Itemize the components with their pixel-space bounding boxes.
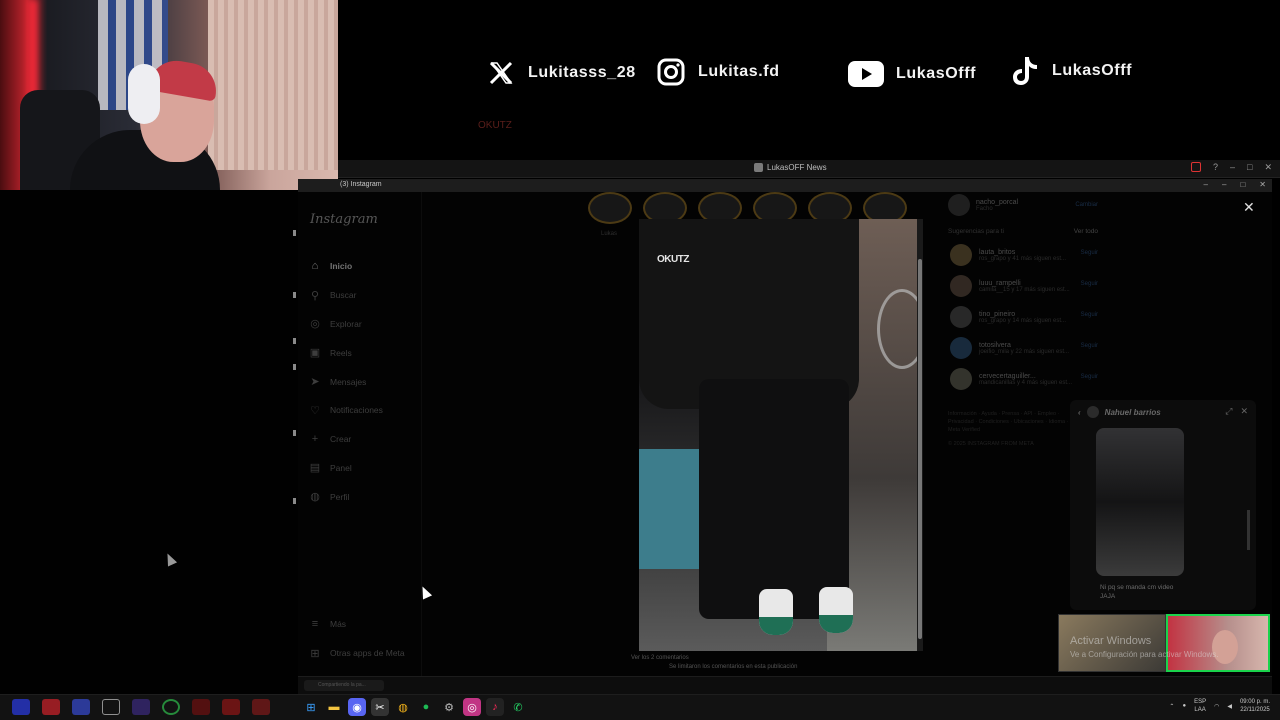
close-icon[interactable]: ✕ <box>1240 406 1248 417</box>
app-title-text: LukasOFF News <box>767 163 827 172</box>
capcut-icon[interactable]: ✂ <box>371 698 389 716</box>
chat-shared-image[interactable] <box>1096 428 1184 576</box>
tiktok-handle: LukasOfff <box>1052 62 1133 79</box>
app-icon[interactable] <box>162 699 180 715</box>
app-icon[interactable] <box>12 699 30 715</box>
wifi-icon[interactable]: ◠ <box>1214 703 1219 710</box>
app-icon[interactable] <box>222 699 240 715</box>
folder-icon[interactable]: ▬ <box>325 698 343 716</box>
instagram-icon[interactable]: ◎ <box>463 698 481 716</box>
post-comments: Ver los 2 comentarios Se limitaron los c… <box>631 654 797 672</box>
app-icon[interactable] <box>252 699 270 715</box>
app-icon[interactable] <box>42 699 60 715</box>
volume-icon[interactable]: ◀ <box>1227 703 1232 710</box>
clock-time: 09:00 p. m. <box>1239 699 1270 705</box>
app-icon[interactable] <box>102 699 120 715</box>
inner-taskbar: Compartiendo la pa... <box>298 676 1272 694</box>
restore-button[interactable]: – <box>1222 180 1226 189</box>
view-comments-link[interactable]: Ver los 2 comentarios <box>631 654 797 663</box>
taskbar: ⊞ ▬ ◉ ✂ ◍ ● ⚙ ◎ ♪ ✆ ⌃ ● ESP LAA ◠ ◀ 09:0… <box>0 694 1280 720</box>
app-icon <box>754 163 763 172</box>
whatsapp-icon[interactable]: ✆ <box>509 698 527 716</box>
system-tray: ⌃ ● ESP LAA ◠ ◀ 09:00 p. m. 22/11/2025 <box>1169 698 1270 714</box>
chat-message-text: JAJA <box>1100 593 1116 600</box>
instagram-handle: Lukitas.fd <box>698 63 780 80</box>
social-tiktok: LukasOfff <box>1008 54 1132 88</box>
chevron-left-icon[interactable]: ‹ <box>1078 408 1081 417</box>
faint-text: OKUTZ <box>478 120 512 131</box>
chat-popup: ‹ Nahuel barrios ⤢ ✕ Ni pq se manda cm v… <box>1070 400 1256 610</box>
avatar <box>1086 406 1099 418</box>
instagram-window-title: (3) Instagram <box>340 181 382 188</box>
lang-layout: LAA <box>1194 707 1206 713</box>
record-icon[interactable] <box>1190 162 1201 172</box>
desktop-background <box>0 190 298 695</box>
chat-message-text: Ni pq se manda cm video <box>1100 584 1174 591</box>
close-button[interactable]: ✕ <box>1264 162 1272 173</box>
instagram-window-titlebar[interactable]: (3) Instagram – – □ ✕ <box>298 179 1272 192</box>
clock[interactable]: 09:00 p. m. 22/11/2025 <box>1240 698 1270 714</box>
chat-scrollbar[interactable] <box>1247 510 1250 550</box>
social-instagram: Lukitas.fd <box>654 55 780 89</box>
chrome-icon[interactable]: ◍ <box>394 698 412 716</box>
tiktok-icon[interactable]: ♪ <box>486 698 504 716</box>
maximize-button[interactable]: □ <box>1240 180 1245 189</box>
chat-header[interactable]: ‹ Nahuel barrios <box>1078 406 1248 418</box>
shirt-logo: OKUTZ <box>657 254 689 265</box>
x-icon <box>484 58 518 88</box>
spotify-icon[interactable]: ● <box>417 698 435 716</box>
instagram-icon <box>654 57 688 87</box>
discord-icon[interactable]: ◉ <box>348 698 366 716</box>
tiktok-icon <box>1008 56 1042 86</box>
language-indicator[interactable]: ESP LAA <box>1194 698 1206 714</box>
post-scrollbar[interactable] <box>917 219 923 651</box>
watermark-title: Activar Windows <box>1070 635 1152 647</box>
app-window-title: LukasOFF News <box>754 163 827 172</box>
app-icon[interactable] <box>132 699 150 715</box>
edge-markers <box>293 230 296 510</box>
minimize-button[interactable]: – <box>1230 162 1235 173</box>
chat-message: Ni pq se manda cm video JAJA <box>1100 583 1173 601</box>
streamer-webcam <box>0 0 338 190</box>
lang-code: ESP <box>1194 699 1207 705</box>
social-youtube: LukasOfff <box>846 57 976 91</box>
chevron-up-icon[interactable]: ⌃ <box>1169 703 1174 710</box>
maximize-button[interactable]: □ <box>1247 162 1252 173</box>
social-x: Lukitasss_28 <box>484 56 636 90</box>
youtube-icon <box>846 59 886 89</box>
close-button[interactable]: ✕ <box>1259 180 1266 189</box>
app-icon[interactable] <box>72 699 90 715</box>
screen-share-pill[interactable]: Compartiendo la pa... <box>304 680 384 691</box>
x-handle: Lukitasss_28 <box>528 64 636 81</box>
comments-limited-note: Se limitaron los comentarios en esta pub… <box>669 664 798 670</box>
close-icon[interactable]: ✕ <box>1243 199 1255 216</box>
clock-date: 22/11/2025 <box>1240 707 1270 713</box>
windows-start-icon[interactable]: ⊞ <box>302 698 320 716</box>
settings-icon[interactable]: ⚙ <box>440 698 458 716</box>
chat-contact-name: Nahuel barrios <box>1104 407 1161 417</box>
expand-icon[interactable]: ⤢ <box>1225 406 1232 417</box>
youtube-handle: LukasOfff <box>896 65 977 82</box>
app-icon[interactable] <box>192 699 210 715</box>
app-window-titlebar[interactable]: LukasOFF News ? – □ ✕ <box>338 160 1280 178</box>
windows-activation-watermark: Activar Windows Ve a Configuración para … <box>1070 634 1219 662</box>
minimize-button[interactable]: – <box>1204 180 1208 189</box>
microphone-icon[interactable]: ● <box>1182 703 1186 709</box>
post-image[interactable]: OKUTZ <box>639 219 917 651</box>
watermark-subtitle: Ve a Configuración para activar Windows. <box>1070 650 1219 659</box>
help-icon[interactable]: ? <box>1213 162 1218 173</box>
